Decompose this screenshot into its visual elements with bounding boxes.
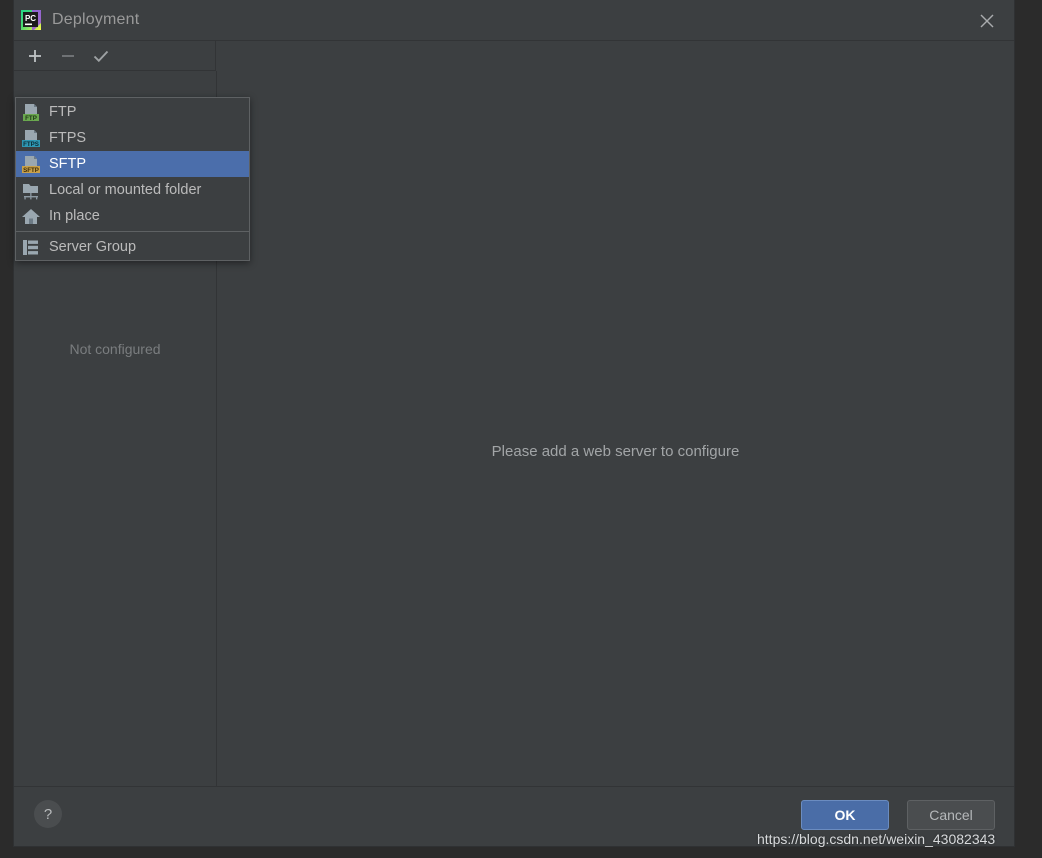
popup-item-ftps[interactable]: FTPS FTPS (16, 125, 249, 151)
close-icon[interactable] (974, 8, 1000, 34)
config-placeholder-text: Please add a web server to configure (491, 443, 740, 460)
dialog-titlebar: PC Deployment (14, 0, 1014, 41)
cancel-button[interactable]: Cancel (907, 800, 995, 830)
popup-item-label: In place (49, 208, 100, 224)
popup-item-in-place[interactable]: In place (16, 203, 249, 229)
server-group-icon (18, 237, 44, 257)
network-folder-icon (18, 180, 44, 200)
pycharm-logo-icon: PC (20, 9, 42, 31)
svg-text:FTPS: FTPS (23, 141, 39, 148)
home-icon (18, 206, 44, 226)
dialog-title: Deployment (52, 11, 140, 28)
ftps-server-icon: FTPS (18, 128, 44, 148)
popup-separator (16, 231, 249, 232)
svg-text:SFTP: SFTP (23, 167, 39, 174)
apply-check-button[interactable] (88, 44, 114, 68)
not-configured-label: Not configured (69, 341, 161, 357)
add-server-type-popup[interactable]: FTP FTP FTPS FTPS SFTP SFTP Local or mou… (15, 97, 250, 261)
popup-item-label: FTP (49, 104, 77, 120)
remove-server-button[interactable] (55, 44, 81, 68)
server-config-panel: Please add a web server to configure (217, 41, 1014, 786)
popup-item-label: Server Group (49, 239, 137, 255)
screen-root: PC Deployment Not configured Please add … (0, 0, 1042, 858)
server-list-toolbar (14, 41, 216, 71)
popup-item-local-or-mounted-folder[interactable]: Local or mounted folder (16, 177, 249, 203)
dialog-body: Not configured Please add a web server t… (14, 41, 1014, 786)
deployment-dialog: PC Deployment Not configured Please add … (14, 0, 1014, 846)
svg-text:FTP: FTP (25, 115, 37, 122)
popup-item-sftp[interactable]: SFTP SFTP (16, 151, 249, 177)
popup-item-server-group[interactable]: Server Group (16, 234, 249, 260)
svg-text:PC: PC (25, 14, 36, 23)
watermark-text: https://blog.csdn.net/weixin_43082343 (757, 831, 996, 847)
popup-item-label: FTPS (49, 130, 87, 146)
popup-item-ftp[interactable]: FTP FTP (16, 99, 249, 125)
help-button[interactable]: ? (34, 800, 62, 828)
popup-item-label: SFTP (49, 156, 87, 172)
ok-button[interactable]: OK (801, 800, 889, 830)
ftp-server-icon: FTP (18, 102, 44, 122)
sftp-server-icon: SFTP (18, 154, 44, 174)
add-server-button[interactable] (22, 44, 48, 68)
popup-item-label: Local or mounted folder (49, 182, 202, 198)
